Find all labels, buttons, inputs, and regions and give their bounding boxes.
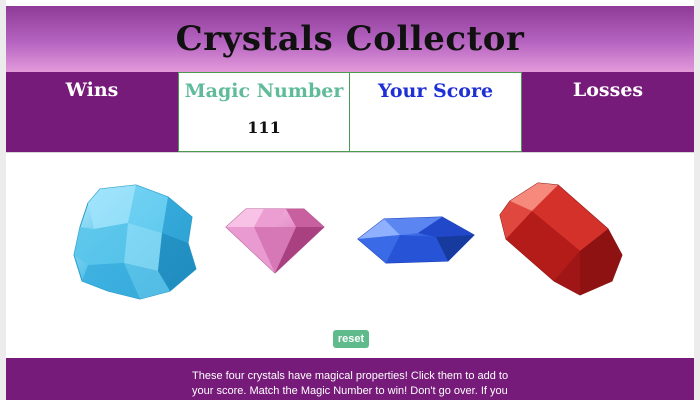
- scoreboard: Wins Magic Number 111 Your Score Losses: [6, 72, 694, 152]
- crystal-area: [6, 152, 694, 358]
- footer: These four crystals have magical propert…: [6, 358, 694, 400]
- pink-diamond-icon: [225, 208, 325, 274]
- header: Crystals Collector: [6, 6, 694, 72]
- blue-gem-icon: [357, 216, 475, 264]
- magic-number-value: 111: [247, 118, 281, 137]
- red-crystal-icon: [499, 182, 623, 296]
- wins-label: Wins: [65, 79, 119, 101]
- your-score-panel: Your Score: [350, 72, 522, 152]
- crystal-red[interactable]: [496, 181, 624, 297]
- reset-button[interactable]: reset: [333, 330, 369, 348]
- crystal-blue-cluster[interactable]: [70, 183, 198, 301]
- page-title: Crystals Collector: [175, 19, 525, 59]
- magic-number-panel: Magic Number 111: [178, 72, 350, 152]
- magic-number-label: Magic Number: [184, 80, 344, 102]
- instructions-text: These four crystals have magical propert…: [192, 370, 509, 397]
- crystal-blue-gem[interactable]: [356, 215, 476, 265]
- losses-panel: Losses: [522, 72, 694, 152]
- crystal-pink-diamond[interactable]: [224, 205, 326, 275]
- wins-panel: Wins: [6, 72, 178, 152]
- your-score-label: Your Score: [377, 80, 494, 102]
- blue-crystal-cluster-icon: [73, 184, 197, 300]
- losses-label: Losses: [572, 79, 644, 101]
